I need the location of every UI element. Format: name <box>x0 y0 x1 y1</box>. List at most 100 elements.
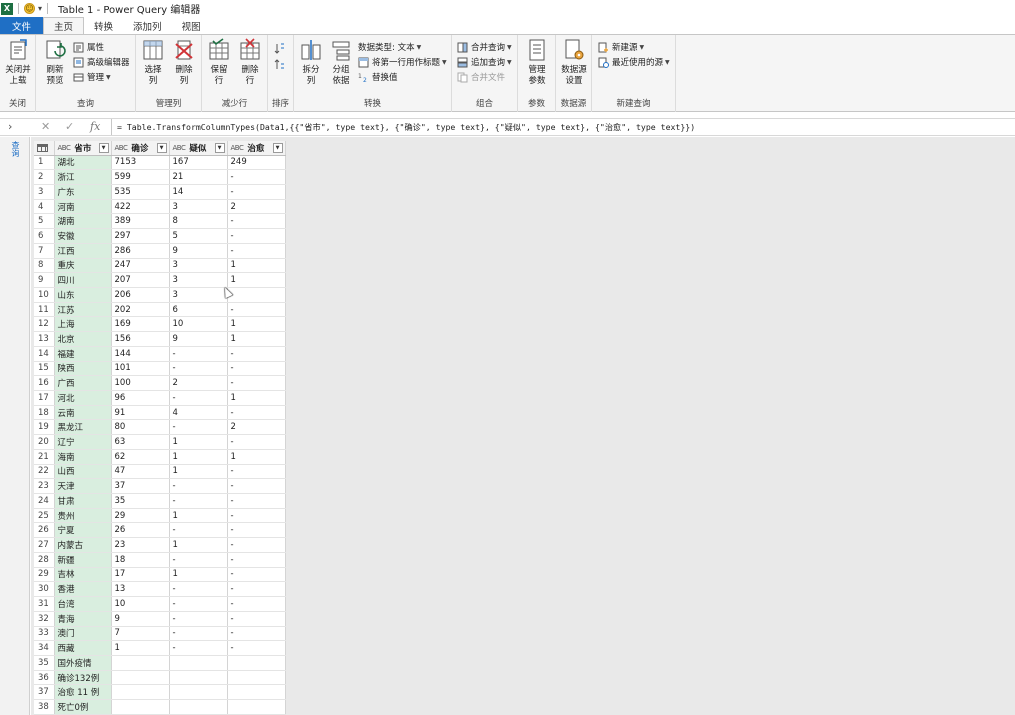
row-number[interactable]: 38 <box>34 699 55 715</box>
grid-cell[interactable]: 29 <box>111 508 170 524</box>
row-number[interactable]: 26 <box>34 522 55 539</box>
row-number[interactable]: 5 <box>34 213 55 230</box>
grid-cell[interactable]: 西藏 <box>54 640 112 656</box>
manage-parameters-button[interactable]: 管理 参数 <box>520 38 554 94</box>
grid-cell[interactable] <box>169 655 228 671</box>
filter-dropdown-icon[interactable]: ▼ <box>214 142 225 153</box>
grid-cell[interactable]: 535 <box>111 184 170 200</box>
grid-cell[interactable]: 9 <box>111 611 170 627</box>
grid-cell[interactable]: 1 <box>227 258 286 274</box>
grid-cell[interactable]: 治愈 11 例 <box>54 684 112 701</box>
grid-cell[interactable]: - <box>227 405 286 421</box>
first-row-header-button[interactable]: 将第一行用作标题 ▼ <box>358 55 447 69</box>
grid-cell[interactable]: - <box>227 537 286 553</box>
grid-cell[interactable] <box>227 655 286 671</box>
properties-button[interactable]: 属性 <box>73 40 104 54</box>
grid-cell[interactable]: - <box>227 434 286 450</box>
grid-cell[interactable]: - <box>169 346 228 362</box>
row-number[interactable]: 16 <box>34 375 55 391</box>
row-number[interactable]: 31 <box>34 596 55 612</box>
grid-cell[interactable]: 7 <box>111 626 170 642</box>
close-and-load-button[interactable]: 关闭并 上载 <box>1 38 35 94</box>
row-number[interactable]: 3 <box>34 184 55 200</box>
excel-icon[interactable]: X <box>1 2 13 15</box>
formula-confirm-icon[interactable]: ✓ <box>65 120 74 133</box>
row-number[interactable]: 23 <box>34 478 55 495</box>
grid-cell[interactable]: 202 <box>111 302 170 318</box>
grid-cell[interactable]: 26 <box>111 522 170 539</box>
sort-ascending-button[interactable] <box>274 41 288 55</box>
grid-cell[interactable]: 确诊132例 <box>54 670 112 686</box>
remove-rows-button[interactable]: 删除 行 <box>233 38 267 94</box>
grid-cell[interactable]: - <box>227 596 286 612</box>
grid-cell[interactable] <box>227 670 286 686</box>
grid-cell[interactable]: 宁夏 <box>54 522 112 539</box>
grid-cell[interactable]: 1 <box>227 272 286 288</box>
row-number[interactable]: 21 <box>34 449 55 465</box>
advanced-editor-button[interactable]: 高级编辑器 <box>73 55 130 69</box>
grid-cell[interactable]: 100 <box>111 375 170 391</box>
row-number[interactable]: 32 <box>34 611 55 627</box>
row-number[interactable]: 25 <box>34 508 55 524</box>
row-number[interactable]: 7 <box>34 243 55 259</box>
text-type-icon[interactable]: ABC <box>231 144 244 152</box>
grid-cell[interactable]: - <box>169 419 228 436</box>
row-number[interactable]: 13 <box>34 331 55 347</box>
grid-cell[interactable]: 207 <box>111 272 170 288</box>
grid-cell[interactable]: 47 <box>111 464 170 480</box>
grid-cell[interactable]: 1 <box>169 567 228 583</box>
formula-cancel-icon[interactable]: ✕ <box>41 120 50 133</box>
grid-cell[interactable]: 山西 <box>54 464 112 480</box>
grid-cell[interactable]: 5 <box>169 228 228 244</box>
row-number[interactable]: 18 <box>34 405 55 421</box>
grid-cell[interactable]: 吉林 <box>54 567 112 583</box>
grid-cell[interactable]: 167 <box>169 155 228 171</box>
grid-cell[interactable]: 21 <box>169 169 228 185</box>
grid-cell[interactable]: - <box>169 640 228 656</box>
append-queries-button[interactable]: 追加查询 ▼ <box>457 55 512 69</box>
keep-rows-button[interactable]: 保留 行 <box>202 38 236 94</box>
tab-transform[interactable]: 转换 <box>84 17 123 34</box>
remove-columns-button[interactable]: 删除 列 <box>167 38 201 94</box>
grid-cell[interactable]: - <box>227 508 286 524</box>
recent-sources-button[interactable]: 最近使用的源 ▼ <box>598 55 670 69</box>
grid-cell[interactable]: - <box>227 346 286 362</box>
grid-cell[interactable]: 10 <box>111 596 170 612</box>
grid-cell[interactable]: 新疆 <box>54 552 112 568</box>
formula-input[interactable]: = Table.TransformColumnTypes(Data1,{{"省市… <box>111 119 1015 135</box>
grid-cell[interactable]: 249 <box>227 155 286 171</box>
row-number[interactable]: 14 <box>34 346 55 362</box>
tab-view[interactable]: 视图 <box>172 17 211 34</box>
grid-cell[interactable]: 云南 <box>54 405 112 421</box>
row-number[interactable]: 4 <box>34 199 55 215</box>
text-type-icon[interactable]: ABC <box>173 144 186 152</box>
tab-home[interactable]: 主页 <box>43 17 85 34</box>
column-header-suspected[interactable]: ABC 疑似 ▼ <box>169 141 228 156</box>
grid-cell[interactable]: 河北 <box>54 390 112 406</box>
grid-cell[interactable]: 国外疫情 <box>54 655 112 671</box>
grid-cell[interactable]: - <box>227 552 286 568</box>
grid-cell[interactable]: 144 <box>111 346 170 362</box>
grid-cell[interactable]: 四川 <box>54 272 112 288</box>
filter-dropdown-icon[interactable]: ▼ <box>156 142 167 153</box>
refresh-preview-button[interactable]: 刷新 预览 <box>38 38 72 94</box>
grid-cell[interactable]: 3 <box>169 199 228 215</box>
grid-cell[interactable]: 1 <box>227 316 286 333</box>
row-number[interactable]: 12 <box>34 316 55 333</box>
grid-cell[interactable]: - <box>169 390 228 406</box>
grid-cell[interactable]: - <box>169 478 228 495</box>
grid-cell[interactable]: 389 <box>111 213 170 230</box>
grid-cell[interactable]: 1 <box>227 449 286 465</box>
grid-cell[interactable]: 297 <box>111 228 170 244</box>
grid-cell[interactable]: - <box>169 361 228 377</box>
grid-cell[interactable]: 35 <box>111 493 170 509</box>
grid-cell[interactable]: 156 <box>111 331 170 347</box>
grid-cell[interactable]: 17 <box>111 567 170 583</box>
grid-cell[interactable]: 80 <box>111 419 170 436</box>
grid-cell[interactable]: - <box>227 567 286 583</box>
row-number[interactable]: 28 <box>34 552 55 568</box>
grid-cell[interactable]: - <box>169 522 228 539</box>
table-menu-cell[interactable] <box>34 141 55 156</box>
row-number[interactable]: 24 <box>34 493 55 509</box>
row-number[interactable]: 1 <box>34 155 55 171</box>
